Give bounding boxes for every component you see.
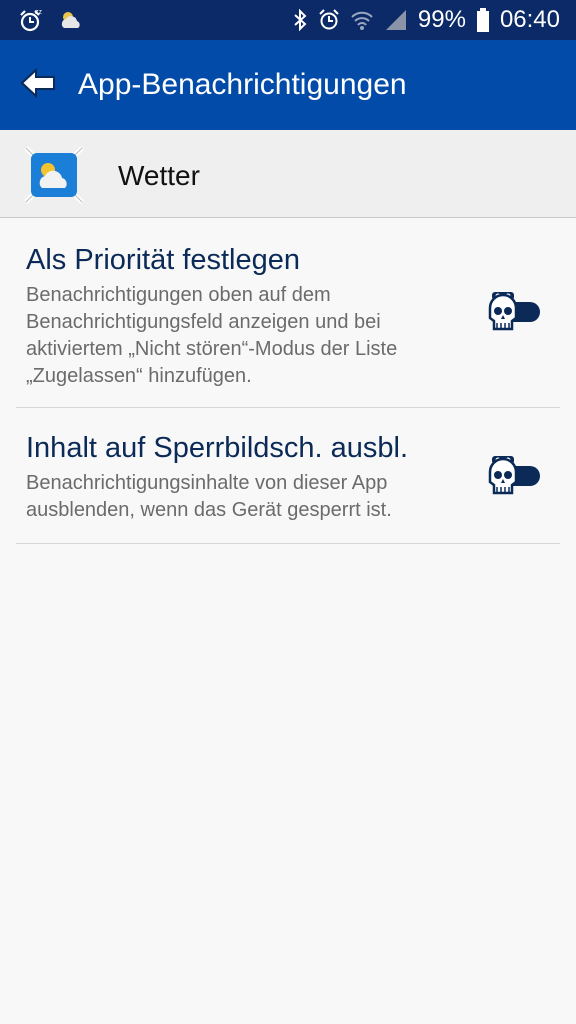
app-bar: App-Benachrichtigungen <box>0 40 576 130</box>
setting-priority[interactable]: Als Priorität festlegen Benachrichtigung… <box>0 218 576 408</box>
bluetooth-icon <box>292 8 308 32</box>
setting-description: Benachrichtigungen oben auf dem Benachri… <box>26 284 398 387</box>
wifi-icon <box>350 8 374 32</box>
hide-content-toggle[interactable] <box>486 454 542 498</box>
skull-icon <box>486 454 520 498</box>
setting-hide-lockscreen[interactable]: Inhalt auf Sperrbildsch. ausbl. Benachri… <box>0 408 576 543</box>
divider <box>16 543 560 544</box>
setting-description: Benachrichtigungsinhalte von dieser App … <box>26 472 392 521</box>
priority-toggle[interactable] <box>486 290 542 334</box>
battery-percent: 99% <box>417 6 466 33</box>
status-bar: zz 99% 06:40 <box>0 0 576 40</box>
weather-icon <box>58 8 84 32</box>
weather-app-icon <box>22 144 86 206</box>
skull-icon <box>486 290 520 334</box>
status-right-icons: 99% 06:40 <box>292 0 560 40</box>
setting-title: Als Priorität festlegen <box>26 244 301 276</box>
page-title: App-Benachrichtigungen <box>78 68 407 101</box>
status-left-icons: zz <box>18 6 84 34</box>
alarm-snooze-icon: zz <box>18 7 44 33</box>
back-arrow-icon <box>20 67 56 103</box>
app-name: Wetter <box>118 160 200 191</box>
svg-text:zz: zz <box>35 9 43 16</box>
alarm-icon <box>318 8 340 32</box>
setting-title: Inhalt auf Sperrbildsch. ausbl. <box>26 432 409 464</box>
app-header: Wetter <box>0 130 576 218</box>
back-button[interactable] <box>14 62 62 108</box>
battery-icon <box>476 7 490 33</box>
clock: 06:40 <box>499 6 560 33</box>
signal-icon <box>384 8 408 32</box>
